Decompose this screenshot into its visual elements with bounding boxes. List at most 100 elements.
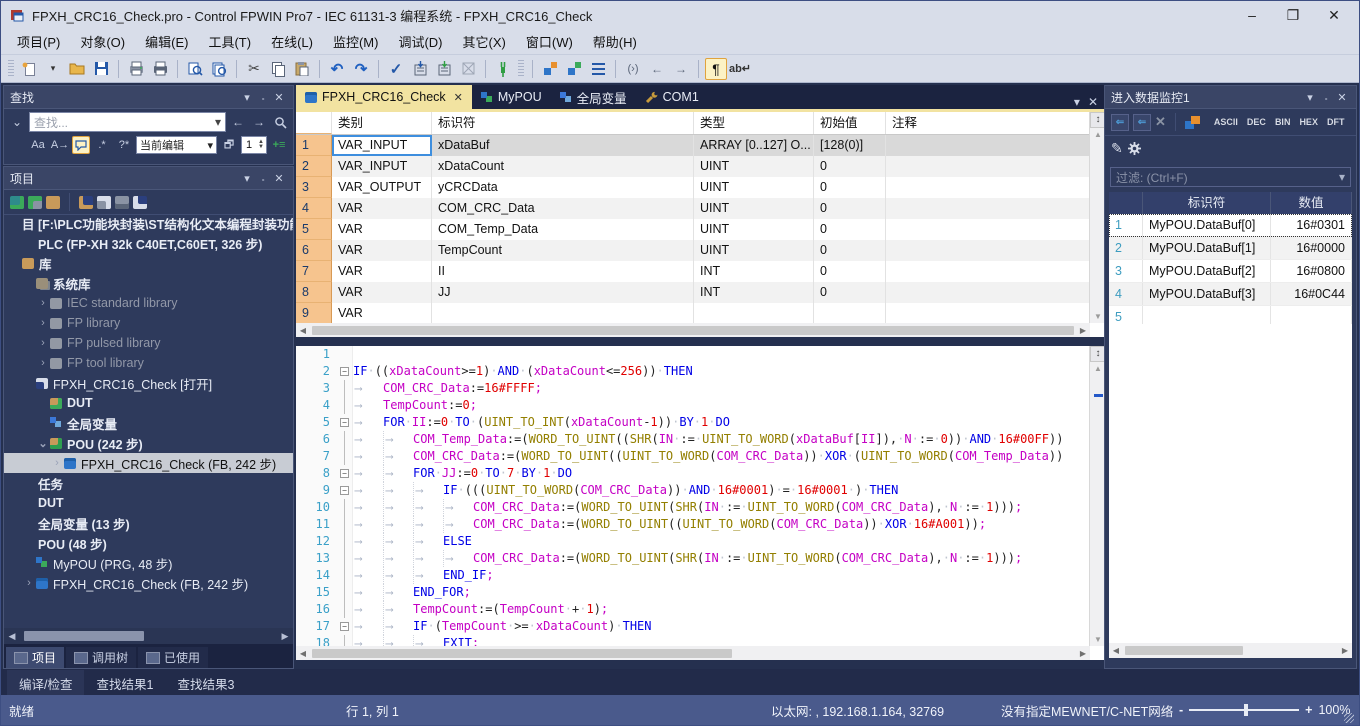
expand-icon[interactable]: ›: [36, 317, 50, 329]
menu-item-其它[interactable]: 其它(X): [453, 29, 516, 54]
project-dropdown-icon[interactable]: ▾: [239, 172, 255, 185]
table-cell[interactable]: [886, 219, 1090, 240]
edit-pou-icon[interactable]: [97, 196, 111, 209]
close-button[interactable]: ✕: [1317, 3, 1351, 27]
code-line[interactable]: 1: [296, 346, 1090, 363]
monitor-row[interactable]: 3MyPOU.DataBuf[2]16#0800: [1109, 260, 1352, 283]
code-line[interactable]: 8−⟶⟶FOR·JJ:=0·TO·7·BY·1·DO: [296, 465, 1090, 482]
undo-icon[interactable]: ↶: [326, 58, 348, 80]
find-expand-icon[interactable]: ⌄: [8, 113, 26, 131]
row-number[interactable]: 7: [296, 261, 332, 282]
tree-item[interactable]: 任务: [4, 473, 293, 493]
doc-tab-COM1[interactable]: COM1: [636, 85, 708, 109]
compile-check-icon[interactable]: ✓: [385, 58, 407, 80]
table-cell[interactable]: [886, 198, 1090, 219]
code-line[interactable]: 16⟶⟶TempCount:=(TempCount·+·1);: [296, 601, 1090, 618]
scroll-left-icon[interactable]: ◀: [296, 326, 310, 335]
fold-toggle-icon[interactable]: −: [338, 618, 353, 635]
match-case-button[interactable]: Aa: [28, 136, 48, 154]
zoom-out-button[interactable]: -: [1179, 703, 1183, 717]
vartable-hscrollbar[interactable]: ◀ ▶: [296, 323, 1090, 337]
scroll-right-icon[interactable]: ▶: [1076, 326, 1090, 335]
block-connect-icon[interactable]: [563, 58, 585, 80]
tree-item[interactable]: ⌄POU (242 步): [4, 433, 293, 453]
doc-tab-MyPOU[interactable]: MyPOU: [472, 85, 551, 109]
monitor-hscrollbar[interactable]: ◀ ▶: [1109, 643, 1352, 658]
find-count-spinner[interactable]: 1 ▲▼: [241, 136, 267, 154]
row-number[interactable]: 9: [296, 303, 332, 323]
sort-lines-icon[interactable]: [587, 58, 609, 80]
scroll-left-icon[interactable]: ◀: [4, 631, 20, 642]
cut-icon[interactable]: ✂: [243, 58, 265, 80]
find-preview-icon[interactable]: [184, 58, 206, 80]
code-line[interactable]: 5−⟶FOR·II:=0·TO·(UINT_TO_INT(xDataCount-…: [296, 414, 1090, 431]
paste-icon[interactable]: [291, 58, 313, 80]
table-cell[interactable]: 0: [814, 282, 886, 303]
block-insert-icon[interactable]: [539, 58, 561, 80]
row-number[interactable]: 4: [296, 198, 332, 219]
monitor-value[interactable]: 16#0000: [1271, 237, 1352, 259]
monitor-dropdown-icon[interactable]: ▾: [1302, 91, 1318, 104]
dock-tab-调用树[interactable]: 调用树: [66, 647, 136, 668]
maximize-button[interactable]: ❐: [1276, 3, 1310, 27]
menu-item-监控[interactable]: 监控(M): [323, 29, 389, 54]
table-cell[interactable]: ARRAY [0..127] O...: [694, 135, 814, 156]
tree-item[interactable]: 库: [4, 253, 293, 273]
new-pou-icon[interactable]: [79, 196, 93, 209]
table-cell[interactable]: INT: [694, 261, 814, 282]
watch-windows-icon[interactable]: [1185, 116, 1200, 129]
output-tab-查找结果1[interactable]: 查找结果1: [84, 670, 165, 697]
wildcard-button[interactable]: ?*: [114, 136, 134, 154]
monitor-row[interactable]: 2MyPOU.DataBuf[1]16#0000: [1109, 237, 1352, 260]
monitor-value[interactable]: 16#0800: [1271, 260, 1352, 282]
code-line[interactable]: 15⟶⟶END_FOR;: [296, 584, 1090, 601]
spinner-arrows-icon[interactable]: ▲▼: [256, 140, 266, 150]
scroll-left-icon[interactable]: ◀: [296, 649, 310, 658]
copy-icon[interactable]: [267, 58, 289, 80]
download-disabled-icon[interactable]: [457, 58, 479, 80]
dock-tab-项目[interactable]: 项目: [6, 647, 64, 668]
insert-before-icon[interactable]: ⇐: [1111, 114, 1129, 131]
tree-item[interactable]: 系统库: [4, 273, 293, 293]
code-line[interactable]: 3⟶COM_CRC_Data:=16#FFFF;: [296, 380, 1090, 397]
fold-toggle-icon[interactable]: −: [338, 363, 353, 380]
code-line[interactable]: 6⟶⟶COM_Temp_Data:=(WORD_TO_UINT((SHR(IN·…: [296, 431, 1090, 448]
find-preview2-icon[interactable]: [208, 58, 230, 80]
monitor-value[interactable]: 16#0C44: [1271, 283, 1352, 305]
search-icon[interactable]: [271, 113, 289, 131]
table-cell[interactable]: [886, 177, 1090, 198]
monitor-pin-icon[interactable]: 𝅃: [1318, 91, 1334, 104]
expand-icon[interactable]: ›: [36, 337, 50, 349]
redo-icon[interactable]: ↷: [350, 58, 372, 80]
row-number[interactable]: 5: [296, 219, 332, 240]
table-cell[interactable]: VAR_INPUT: [332, 135, 432, 156]
print-icon[interactable]: [149, 58, 171, 80]
table-cell[interactable]: yCRCData: [432, 177, 694, 198]
code-line[interactable]: 11⟶⟶⟶⟶COM_CRC_Data:=(WORD_TO_UINT((UINT_…: [296, 516, 1090, 533]
format-button-ascii[interactable]: ASCII: [1212, 116, 1240, 128]
format-button-dft[interactable]: DFT: [1325, 116, 1347, 128]
row-number[interactable]: 8: [296, 282, 332, 303]
doc-tab-FPXH_CRC16_Check[interactable]: FPXH_CRC16_Check✕: [296, 85, 472, 109]
view-pou-icon[interactable]: [115, 196, 129, 209]
table-cell[interactable]: COM_CRC_Data: [432, 198, 694, 219]
dock-tab-已使用[interactable]: 已使用: [138, 647, 208, 668]
tree-item[interactable]: DUT: [4, 393, 293, 413]
code-line[interactable]: 17−⟶⟶IF·(TempCount·>=·xDataCount)·THEN: [296, 618, 1090, 635]
tab-close-all-icon[interactable]: ✕: [1088, 95, 1098, 109]
menu-item-调试[interactable]: 调试(D): [388, 29, 452, 54]
code-line[interactable]: 13⟶⟶⟶⟶COM_CRC_Data:=(WORD_TO_UINT(SHR(IN…: [296, 550, 1090, 567]
code-line[interactable]: 7⟶⟶COM_CRC_Data:=(WORD_TO_UINT((UINT_TO_…: [296, 448, 1090, 465]
table-cell[interactable]: [886, 261, 1090, 282]
table-cell[interactable]: 0: [814, 156, 886, 177]
edit-pencil-icon[interactable]: ✎: [1111, 140, 1123, 157]
table-cell[interactable]: [886, 135, 1090, 156]
table-cell[interactable]: UINT: [694, 198, 814, 219]
tab-list-dropdown-icon[interactable]: ▾: [1074, 95, 1080, 109]
table-cell[interactable]: II: [432, 261, 694, 282]
fold-toggle-icon[interactable]: −: [338, 482, 353, 499]
table-cell[interactable]: JJ: [432, 282, 694, 303]
scroll-right-icon[interactable]: ▶: [277, 631, 293, 642]
open-file-icon[interactable]: [66, 58, 88, 80]
tree-item[interactable]: DUT: [4, 493, 293, 513]
